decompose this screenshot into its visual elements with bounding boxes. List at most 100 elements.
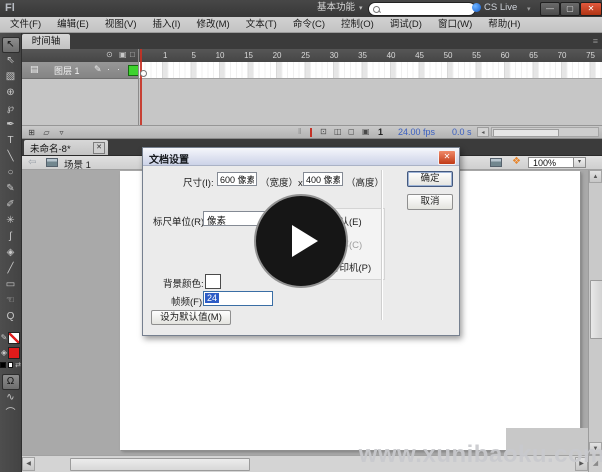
search-box[interactable]	[368, 2, 476, 16]
cs-live-button[interactable]: CS Live	[472, 2, 517, 13]
deco-tool[interactable]: ✳	[2, 213, 20, 229]
fill-color-control[interactable]: ◈	[0, 345, 21, 360]
menu-item[interactable]: 修改(M)	[188, 17, 237, 32]
color-section: ✎ ◈ ⇄ Ω ∿⌒	[0, 330, 21, 422]
back-arrow-icon[interactable]: ⇦	[28, 157, 36, 168]
menu-item[interactable]: 插入(I)	[144, 17, 188, 32]
layer-row[interactable]: ▤ 图层 1 ✎ · ·	[22, 62, 139, 79]
layer-visibility-dot[interactable]: ·	[107, 64, 110, 74]
scroll-left-button[interactable]: ◀	[22, 457, 35, 471]
lock-all-layers-icon[interactable]: ▣	[119, 50, 127, 59]
black-white-icon[interactable]	[0, 362, 6, 368]
3d-rotation-tool[interactable]: ⊕	[2, 85, 20, 101]
paint-bucket-tool[interactable]: ◈	[2, 245, 20, 261]
video-play-overlay[interactable]	[254, 194, 348, 288]
horizontal-scrollbar-thumb[interactable]	[70, 458, 250, 471]
fill-color-swatch[interactable]	[8, 347, 20, 359]
layer-name[interactable]: 图层 1	[54, 64, 80, 77]
background-color-swatch[interactable]	[205, 274, 221, 289]
eraser-tool[interactable]: ▭	[2, 277, 20, 293]
close-tab-icon[interactable]: ✕	[93, 142, 105, 154]
edit-scene-button[interactable]	[490, 158, 502, 167]
delete-layer-button[interactable]: ▿	[55, 127, 68, 138]
frame-rate-input[interactable]: 24	[203, 291, 273, 306]
subselection-tool[interactable]: ⇖	[2, 53, 20, 69]
cancel-button[interactable]: 取消	[407, 194, 453, 210]
bone-tool[interactable]: ʃ	[2, 229, 20, 245]
show-hide-all-layers-icon[interactable]: ⊙	[106, 50, 113, 59]
swap-colors-icon[interactable]: ⇄	[15, 361, 21, 369]
new-layer-button[interactable]: ⊞	[25, 127, 38, 138]
ok-button[interactable]: 确定	[407, 171, 453, 187]
black-white-swap-controls[interactable]: ⇄	[0, 360, 21, 370]
free-transform-tool[interactable]: ▧	[2, 69, 20, 85]
vertical-scrollbar-thumb[interactable]	[590, 280, 602, 339]
stroke-color-swatch[interactable]	[8, 332, 20, 344]
scene-label[interactable]: 场景 1	[64, 157, 91, 171]
document-tab[interactable]: 未命名-8* ✕	[24, 140, 108, 155]
panel-menu-icon[interactable]: ≡	[593, 36, 598, 46]
oval-tool[interactable]: ○	[2, 165, 20, 181]
menu-item[interactable]: 窗口(W)	[430, 17, 480, 32]
lasso-tool[interactable]: ℘	[2, 101, 20, 117]
timeline-header: ⊙ ▣ □ 15101520253035404550556065707580	[22, 49, 602, 63]
selection-tool[interactable]: ↖	[2, 37, 20, 53]
pencil-tool[interactable]: ✎	[2, 181, 20, 197]
onion-skin-button[interactable]: ◫	[334, 127, 342, 136]
line-tool[interactable]: ╲	[2, 149, 20, 165]
search-input[interactable]	[383, 3, 467, 15]
chevron-down-icon[interactable]: ▾	[573, 158, 585, 167]
chevron-down-icon[interactable]: ▾	[527, 5, 531, 13]
playhead[interactable]	[140, 49, 142, 125]
snap-to-objects-button[interactable]: Ω	[2, 374, 20, 390]
onion-outline-button[interactable]: ◻	[348, 127, 355, 136]
center-frame-button[interactable]: ⊡	[320, 127, 327, 136]
flash-application-window: Fl 基本功能▾ CS Live ▾ — ▢ ✕ 文件(F)编辑(E)视图(V)…	[0, 0, 602, 472]
straighten-option[interactable]: ⌒	[2, 406, 20, 422]
timeline-scrollbar[interactable]	[491, 127, 599, 137]
close-dialog-button[interactable]: ✕	[438, 150, 456, 165]
close-window-button[interactable]: ✕	[580, 2, 602, 16]
menu-item[interactable]: 文件(F)	[2, 17, 49, 32]
workspace-switcher-button[interactable]: 基本功能▾	[311, 1, 369, 15]
frame-ruler[interactable]: 15101520253035404550556065707580	[139, 49, 602, 62]
width-input[interactable]	[217, 172, 257, 186]
menu-item[interactable]: 视图(V)	[97, 17, 145, 32]
eyedropper-tool[interactable]: ╱	[2, 261, 20, 277]
layer-lock-dot[interactable]: ·	[117, 64, 120, 74]
menu-item[interactable]: 编辑(E)	[49, 17, 97, 32]
menu-item[interactable]: 帮助(H)	[480, 17, 528, 32]
menu-item[interactable]: 控制(O)	[333, 17, 382, 32]
smooth-option[interactable]: ∿	[2, 390, 20, 406]
frames-area[interactable]	[139, 62, 602, 79]
edit-symbol-button[interactable]: ❖	[512, 156, 521, 167]
no-color-icon[interactable]	[8, 362, 14, 368]
vertical-scrollbar[interactable]: ▲ ▼	[588, 170, 602, 455]
menu-item[interactable]: 调试(D)	[382, 17, 430, 32]
stroke-color-control[interactable]: ✎	[0, 330, 21, 345]
dialog-title: 文档设置	[149, 151, 189, 166]
edit-multiple-frames-button[interactable]: ▣	[362, 127, 370, 136]
zoom-level-select[interactable]: 100% ▾	[528, 157, 586, 168]
scroll-up-button[interactable]: ▲	[589, 170, 602, 183]
height-input[interactable]	[303, 172, 343, 186]
minimize-button[interactable]: —	[540, 2, 560, 16]
pen-tool[interactable]: ✒	[2, 117, 20, 133]
new-folder-button[interactable]: ▱	[40, 127, 53, 138]
make-default-button[interactable]: 设为默认值(M)	[151, 310, 231, 325]
text-tool[interactable]: T	[2, 133, 20, 149]
current-frame-indicator: 1	[378, 127, 383, 137]
frame-rate-indicator[interactable]: 24.00 fps	[398, 127, 435, 137]
playhead-marker	[310, 128, 312, 137]
menu-item[interactable]: 文本(T)	[238, 17, 285, 32]
tab-timeline[interactable]: 时间轴	[22, 34, 70, 49]
timeline-scroll-left-button[interactable]: ◂	[477, 127, 489, 137]
dialog-title-bar[interactable]: 文档设置 ✕	[143, 148, 459, 166]
zoom-tool[interactable]: Q	[2, 309, 20, 325]
brush-tool[interactable]: ✐	[2, 197, 20, 213]
outline-all-layers-icon[interactable]: □	[130, 50, 135, 59]
restore-button[interactable]: ▢	[560, 2, 580, 16]
hand-tool[interactable]: ☜	[2, 293, 20, 309]
timeline-scrollbar-thumb[interactable]	[493, 129, 559, 137]
menu-item[interactable]: 命令(C)	[285, 17, 333, 32]
